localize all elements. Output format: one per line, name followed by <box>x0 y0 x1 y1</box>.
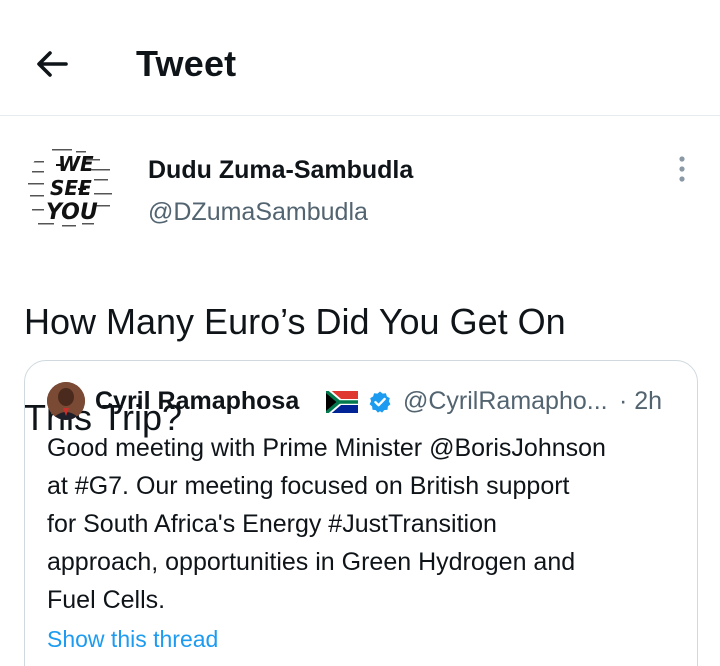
quoted-author-handle: @CyrilRamapho... <box>403 387 608 415</box>
quoted-text-line: Good meeting with Prime Minister @BorisJ… <box>47 434 606 462</box>
quoted-text-line: Fuel Cells. <box>47 586 166 614</box>
quoted-author-avatar <box>47 382 85 420</box>
quoted-timestamp: · 2h <box>619 387 663 415</box>
verified-badge-icon <box>368 390 392 414</box>
quoted-tweet-text: Good meeting with Prime Minister @BorisJ… <box>47 429 677 619</box>
person-photo-icon <box>47 382 85 420</box>
show-thread-link[interactable]: Show this thread <box>47 623 218 655</box>
arrow-left-icon <box>37 51 68 77</box>
south-africa-flag-icon <box>324 387 358 417</box>
quoted-tweet-card[interactable]: Cyril Ramaphosa @CyrilRamapho... · 2h Go… <box>24 360 698 666</box>
quoted-text-line: approach, opportunities in Green Hydroge… <box>47 548 576 576</box>
quoted-author-name: Cyril Ramaphosa <box>95 387 300 415</box>
svg-text:WE: WE <box>58 152 94 176</box>
page-title: Tweet <box>136 43 237 84</box>
author-name[interactable]: Dudu Zuma-Sambudla <box>148 154 413 186</box>
more-options-button[interactable] <box>666 152 698 188</box>
we-see-you-logo: WE SEE YOU <box>24 143 120 239</box>
back-button[interactable] <box>30 42 74 86</box>
quoted-text-line: at #G7. Our meeting focused on British s… <box>47 472 570 500</box>
top-bar: Tweet <box>0 0 720 116</box>
author-handle[interactable]: @DZumaSambudla <box>148 196 368 228</box>
svg-text:YOU: YOU <box>46 200 98 225</box>
quoted-text-line: for South Africa's Energy #JustTransitio… <box>47 510 497 538</box>
tweet-text-line: How Many Euro’s Did You Get On <box>24 301 566 342</box>
author-avatar[interactable]: WE SEE YOU <box>24 143 120 239</box>
more-vertical-icon <box>679 156 685 182</box>
